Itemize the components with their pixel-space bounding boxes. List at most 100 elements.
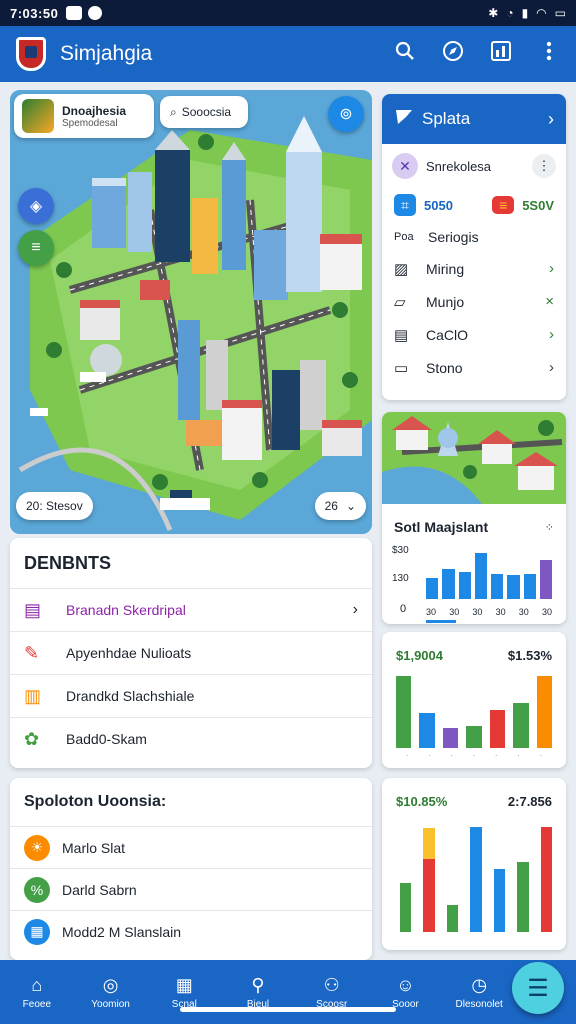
x-tick-mark: · <box>428 751 431 760</box>
bottom-nav: ⌂ Feoee ◎ Yoomion ▦ Scnal ⚲ Bieul ⚇ Scoosr ☺ Sooor ◷… <box>0 960 576 1024</box>
department-item[interactable]: ✿ Badd0-Skam <box>10 717 372 760</box>
more-vert-icon[interactable] <box>538 41 560 67</box>
solution-item[interactable]: ▦ Modd2 M Slanslain <box>10 910 372 952</box>
y-tick-label: 130 <box>392 573 409 584</box>
chart-bar <box>442 569 455 599</box>
city-map[interactable]: Dnoajhesia Spemodesal ⌕ Sooocsia ⊚ ◈ ≡ 2… <box>10 90 372 534</box>
ticket-icon: ▱ <box>394 293 406 311</box>
tools-item[interactable]: ▱ Munjo × <box>382 285 566 318</box>
chevron-down-icon: ⌄ <box>345 499 356 513</box>
departments-heading: DENBNTS <box>24 552 112 573</box>
x-tick-mark: · <box>472 751 476 760</box>
tools-item-label: Miring <box>426 260 465 277</box>
solution-item[interactable]: ☀ Marlo Slat <box>10 826 372 868</box>
chevron-right-icon: › <box>352 601 358 618</box>
solutions-heading: Spoloton Uoonsia: <box>24 793 167 810</box>
people-icon: ☺ <box>396 974 415 995</box>
chart-icon[interactable] <box>490 40 512 68</box>
chart-bar <box>474 553 487 599</box>
layers-button[interactable]: ◈ <box>18 188 54 224</box>
chart-scroll-indicator <box>426 620 456 623</box>
menu-icon: ☰ <box>527 974 549 1002</box>
chart-bar-segment <box>446 905 459 932</box>
location-icon: ⊚ <box>339 106 353 123</box>
department-label: Branadn Skerdripal <box>66 602 186 618</box>
chart-bar-stack <box>540 820 552 932</box>
nav-item[interactable]: ▦ Scnal <box>147 975 221 1010</box>
chart-bar-segment <box>540 827 552 932</box>
chart-bar-stack <box>446 820 459 932</box>
app-bar-actions <box>394 40 560 68</box>
chart3-bars <box>400 820 552 932</box>
search-icon[interactable] <box>394 41 416 67</box>
user-avatar-icon: ✕ <box>392 153 418 179</box>
section-prefix: Poa <box>394 231 414 243</box>
building-icon: ▥ <box>24 685 42 706</box>
map-zoom-label: 26 <box>324 499 338 513</box>
nav-item-label: Sooor <box>392 998 419 1010</box>
solution-label: Modd2 M Slanslain <box>62 923 182 940</box>
x-tick-label: 30 <box>449 607 460 617</box>
x-tick-mark: · <box>494 751 498 760</box>
drag-handle-icon[interactable]: ⁘ <box>545 521 554 534</box>
nav-item[interactable]: ☺ Sooor <box>369 975 443 1010</box>
department-item[interactable]: ▤ Branadn Skerdripal › <box>10 588 372 631</box>
nav-item[interactable]: ⚇ Scoosr <box>295 975 369 1010</box>
chart-bar <box>489 710 506 748</box>
nav-item[interactable]: ⌂ Feoee <box>0 975 74 1010</box>
user-row[interactable]: ✕ Snrekolesa ⋮ <box>382 144 566 188</box>
chart3-left-label: $10.85% <box>396 794 448 809</box>
tools-item[interactable]: ▨ Miring › <box>382 252 566 285</box>
city-info-chip[interactable]: Dnoajhesia Spemodesal <box>14 94 154 138</box>
notification-icon <box>66 6 83 20</box>
notification-icon <box>88 6 103 20</box>
battery-icon: ▭ <box>554 6 566 20</box>
city-map-illustration <box>10 90 372 534</box>
percent-icon: % <box>24 876 50 903</box>
city-photo <box>382 412 566 504</box>
chart2-card[interactable]: $1,9004 $1.53% · · · · · · · <box>382 632 566 768</box>
tools-item[interactable]: ▤ CaClO › <box>382 318 566 351</box>
department-label: Drandkd Slachshiale <box>66 688 195 704</box>
user-name: Snrekolesa <box>426 158 492 174</box>
nav-item[interactable]: ◎ Yoomion <box>74 975 148 1010</box>
tools-panel-header[interactable]: Splata › <box>382 94 566 144</box>
search-icon: ⌕ <box>170 104 177 119</box>
solution-item[interactable]: % Darld Sabrn <box>10 868 372 910</box>
x-tick-mark: · <box>517 751 520 760</box>
tools-item-label: Stono <box>426 359 463 376</box>
chart3-card[interactable]: $10.85% 2:7.856 <box>382 778 566 950</box>
stat-blue-value: 5050 <box>424 197 453 213</box>
app-bar: Simjahgia <box>0 26 576 82</box>
tools-item-chevron: › <box>549 326 554 343</box>
tools-panel-title: Splata <box>422 109 471 128</box>
nav-item[interactable]: ⚲ Bieul <box>221 975 295 1010</box>
department-item[interactable]: ▥ Drandkd Slachshiale <box>10 674 372 717</box>
department-item[interactable]: ✎ Apyenhdae Nulioats <box>10 631 372 674</box>
map-search-chip[interactable]: ⌕ Sooocsia <box>160 96 248 128</box>
calendar-icon: ▦ <box>24 918 50 945</box>
alarm-icon: ◔ <box>506 6 514 20</box>
chart-bar <box>466 726 482 748</box>
wifi-icon: ◠ <box>536 6 547 20</box>
document-icon: ▤ <box>24 599 42 620</box>
location-button[interactable]: ⊚ <box>328 96 364 132</box>
city-name: Dnoajhesia <box>62 103 127 118</box>
more-vert-icon[interactable]: ⋮ <box>532 154 556 178</box>
city-photo-card[interactable]: Sotl Maajslant ⁘ $30 130 0 30 30 30 30 30 30 <box>382 412 566 624</box>
compass-icon[interactable] <box>442 40 464 68</box>
map-scale-chip[interactable]: 20: Stesov <box>16 492 93 520</box>
chart-bar-segment <box>470 827 482 932</box>
tools-item[interactable]: ▭ Stono › <box>382 351 566 384</box>
nav-item[interactable]: ◷ Dlesonolet <box>442 975 516 1010</box>
nav-item-label: Yoomion <box>91 998 130 1010</box>
tools-item-chevron: × <box>545 293 554 310</box>
map-zoom-chip[interactable]: 26 ⌄ <box>314 492 366 520</box>
list-button[interactable]: ≡ <box>18 230 54 266</box>
menu-fab[interactable]: ☰ <box>512 962 564 1014</box>
home-indicator <box>180 1007 396 1012</box>
tools-item-chevron: › <box>549 359 554 376</box>
solution-label: Darld Sabrn <box>62 881 137 898</box>
solutions-card: Spoloton Uoonsia: ☀ Marlo Slat% Darld Sabr… <box>10 778 372 960</box>
chart-bar <box>442 728 459 748</box>
